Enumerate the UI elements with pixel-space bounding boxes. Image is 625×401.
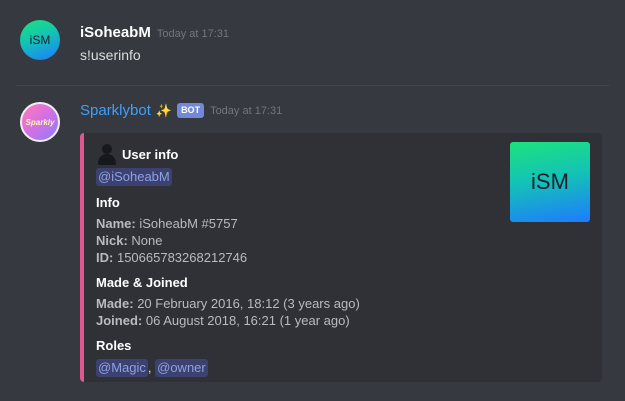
embed-author-name: User info [122, 146, 179, 162]
message-content: s!userinfo [80, 47, 141, 63]
timestamp: Today at 17:31 [156, 28, 230, 40]
nick-value: None [131, 233, 163, 248]
bot-avatar-text: Sparkly [25, 117, 55, 127]
role-separator: , [147, 360, 152, 375]
made-joined-section-title: Made & Joined [96, 275, 188, 290]
avatar-text: iSM [29, 33, 51, 47]
user-silhouette-icon [96, 143, 118, 165]
made-field: Made: 20 February 2016, 18:12 (3 years a… [96, 295, 602, 312]
roles-section-title: Roles [96, 338, 132, 353]
made-value: 20 February 2016, 18:12 (3 years ago) [137, 296, 360, 311]
joined-field: Joined: 06 August 2018, 16:21 (1 year ag… [96, 312, 602, 329]
message-header: iSoheabM Today at 17:31 [80, 24, 229, 41]
name-value: iSoheabM #5757 [139, 216, 238, 231]
bot-message-header: Sparklybot ✨ BOT Today at 17:31 [80, 102, 282, 119]
id-value: 150665783268212746 [116, 250, 248, 265]
made-joined-fields: Made: 20 February 2016, 18:12 (3 years a… [96, 295, 602, 329]
nick-field: Nick: None [96, 232, 602, 249]
user-avatar[interactable]: iSM [20, 20, 60, 60]
info-fields: Name: iSoheabM #5757 Nick: None ID: 1506… [96, 215, 602, 266]
thumbnail-text: iSM [531, 169, 569, 194]
username[interactable]: iSoheabM [80, 24, 151, 41]
nick-label: Nick: [96, 233, 128, 248]
bot-username[interactable]: Sparklybot [80, 102, 151, 119]
userinfo-embed: User info @iSoheabM Info Name: iSoheabM … [80, 133, 602, 382]
message-divider [16, 85, 609, 86]
id-label: ID: [96, 250, 114, 265]
id-field: ID: 150665783268212746 [96, 249, 602, 266]
role-mention-magic[interactable]: @Magic [96, 359, 148, 377]
embed-thumbnail[interactable]: iSM [510, 142, 590, 222]
name-label: Name: [96, 216, 136, 231]
user-mention[interactable]: @iSoheabM [96, 168, 172, 186]
sparkles-icon: ✨ [155, 102, 173, 118]
joined-value: 06 August 2018, 16:21 (1 year ago) [145, 313, 350, 328]
message-user-command: iSM iSoheabM Today at 17:31 s!userinfo [0, 12, 625, 72]
made-label: Made: [96, 296, 134, 311]
role-mention-owner[interactable]: @owner [155, 359, 208, 377]
roles-list: @Magic, @owner [96, 359, 602, 377]
bot-tag-badge: BOT [177, 103, 205, 118]
bot-avatar[interactable]: Sparkly [20, 102, 60, 142]
joined-label: Joined: [96, 313, 143, 328]
bot-timestamp: Today at 17:31 [210, 104, 283, 117]
